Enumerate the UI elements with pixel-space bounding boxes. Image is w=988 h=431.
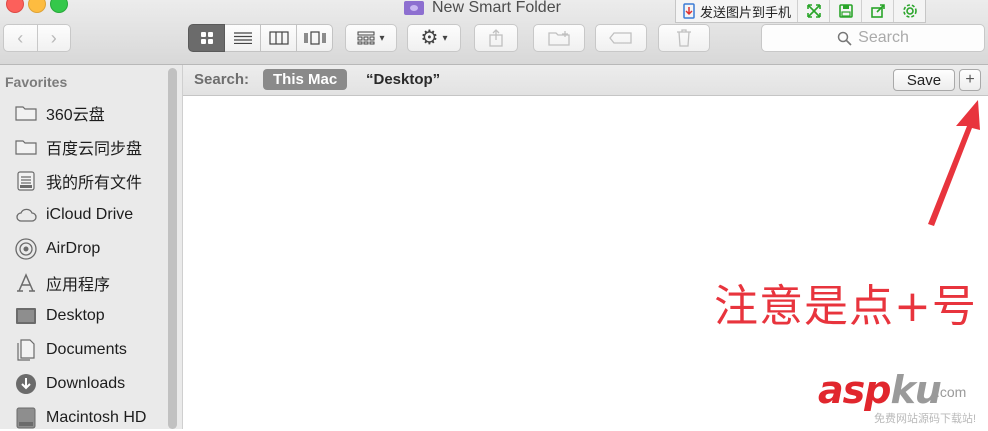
scope-desktop-button[interactable]: “Desktop” <box>366 71 440 88</box>
sidebar-item-icloud[interactable]: iCloud Drive <box>14 202 133 228</box>
sidebar-item-baidu[interactable]: 百度云同步盘 <box>14 134 142 160</box>
desktop-icon <box>14 306 38 326</box>
arrange-button[interactable]: ▾ <box>345 24 397 52</box>
site-watermark: aspku .com 免费网站源码下载站! <box>818 368 986 426</box>
trash-icon <box>677 29 691 47</box>
sidebar-item-360[interactable]: 360云盘 <box>14 100 105 126</box>
window-title: New Smart Folder <box>404 0 561 18</box>
cover-flow-button[interactable] <box>297 24 333 52</box>
watermark-subtitle: 免费网站源码下载站! <box>874 413 977 425</box>
search-scope-label: Search: <box>194 71 250 88</box>
sidebar-item-label: iCloud Drive <box>46 206 134 223</box>
arrange-icon <box>357 31 375 45</box>
new-folder-icon <box>548 31 570 46</box>
hard-drive-icon <box>14 407 38 429</box>
expand-icon <box>806 4 821 18</box>
tag-icon <box>609 32 632 44</box>
sidebar-heading: Favorites <box>5 74 68 90</box>
minimize-button[interactable] <box>28 0 46 13</box>
search-icon <box>837 31 852 46</box>
fullscreen-ext-button[interactable] <box>798 0 831 22</box>
share-icon <box>870 4 885 18</box>
chevron-down-icon: ▾ <box>442 32 448 44</box>
sidebar-item-all-files[interactable]: 我的所有文件 <box>14 168 142 194</box>
watermark-logo: aspku <box>818 368 942 412</box>
sidebar-item-label: 应用程序 <box>46 277 111 294</box>
share-icon <box>489 29 503 47</box>
smart-folder-icon <box>404 1 424 15</box>
sidebar-item-label: Documents <box>46 341 127 358</box>
gear-icon <box>902 4 917 18</box>
sidebar-item-documents[interactable]: Documents <box>14 337 127 363</box>
icon-view-button[interactable] <box>188 24 225 52</box>
list-view-button[interactable] <box>225 24 261 52</box>
sidebar-item-label: 360云盘 <box>46 107 105 124</box>
sidebar-scroll-thumb[interactable] <box>168 68 177 429</box>
gear-icon: ⚙ <box>420 27 439 49</box>
sidebar-item-label: Desktop <box>46 307 105 324</box>
search-field[interactable]: Search <box>761 24 985 52</box>
settings-ext-button[interactable] <box>894 0 925 22</box>
scope-this-mac-button[interactable]: This Mac <box>263 69 348 90</box>
applications-icon <box>14 273 38 293</box>
action-menu-button[interactable]: ⚙ ▾ <box>407 24 461 52</box>
column-view-button[interactable] <box>261 24 297 52</box>
sidebar: Favorites 360云盘 百度云同步盘 我的所有文件 iCloud Dri… <box>0 65 183 429</box>
share-ext-button[interactable] <box>862 0 895 22</box>
sidebar-item-label: AirDrop <box>46 240 101 257</box>
all-files-icon <box>14 171 38 191</box>
cloud-icon <box>14 205 38 225</box>
chevron-right-icon: › <box>50 27 57 48</box>
view-mode-segmented-control <box>188 24 333 52</box>
annotation-text: 注意是点+号 <box>714 281 977 332</box>
search-placeholder: Search <box>858 29 909 46</box>
zoom-button[interactable] <box>50 0 68 13</box>
folder-icon <box>14 103 38 123</box>
save-ext-button[interactable] <box>830 0 863 22</box>
watermark-suffix: .com <box>936 384 967 400</box>
sidebar-item-label: 百度云同步盘 <box>46 141 143 158</box>
folder-icon <box>14 137 38 157</box>
add-criteria-button[interactable]: + <box>959 69 981 91</box>
airdrop-icon <box>14 238 38 260</box>
downloads-icon <box>14 374 38 394</box>
sidebar-item-macintosh-hd[interactable]: Macintosh HD <box>14 405 146 431</box>
forward-button[interactable]: › <box>37 24 71 52</box>
phone-send-icon <box>683 3 695 19</box>
extension-bar: 发送图片到手机 <box>675 0 927 23</box>
documents-icon <box>14 339 38 361</box>
chevron-left-icon: ‹ <box>17 27 24 48</box>
navigation-buttons: ‹ › <box>3 24 71 52</box>
search-scope-bar: Search: This Mac “Desktop” Save + <box>183 65 988 96</box>
annotation-arrow <box>928 100 980 226</box>
trash-button[interactable] <box>658 24 710 52</box>
grid-icon <box>200 32 213 44</box>
back-button[interactable]: ‹ <box>3 24 38 52</box>
sidebar-item-desktop[interactable]: Desktop <box>14 303 105 329</box>
window-toolbar: New Smart Folder 发送图片到手机 ‹ › ▾ ⚙ ▾ Searc… <box>0 0 988 65</box>
columns-icon <box>268 31 289 45</box>
new-folder-button[interactable] <box>533 24 585 52</box>
window-title-text: New Smart Folder <box>432 0 561 16</box>
sidebar-item-applications[interactable]: 应用程序 <box>14 270 110 296</box>
send-to-phone-button[interactable]: 发送图片到手机 <box>676 0 799 22</box>
sidebar-item-label: Downloads <box>46 375 126 392</box>
save-button[interactable]: Save <box>893 69 955 91</box>
chevron-down-icon: ▾ <box>379 32 385 44</box>
floppy-icon <box>838 4 853 18</box>
sidebar-item-downloads[interactable]: Downloads <box>14 371 125 397</box>
sidebar-item-label: 我的所有文件 <box>46 175 143 192</box>
list-icon <box>233 32 252 44</box>
sidebar-scrollbar[interactable] <box>167 68 178 429</box>
sidebar-item-airdrop[interactable]: AirDrop <box>14 236 100 262</box>
send-to-phone-label: 发送图片到手机 <box>700 4 792 20</box>
tag-button[interactable] <box>595 24 647 52</box>
sidebar-item-label: Macintosh HD <box>46 409 147 426</box>
close-button[interactable] <box>6 0 24 13</box>
share-button[interactable] <box>474 24 518 52</box>
cover-flow-icon <box>303 31 326 45</box>
